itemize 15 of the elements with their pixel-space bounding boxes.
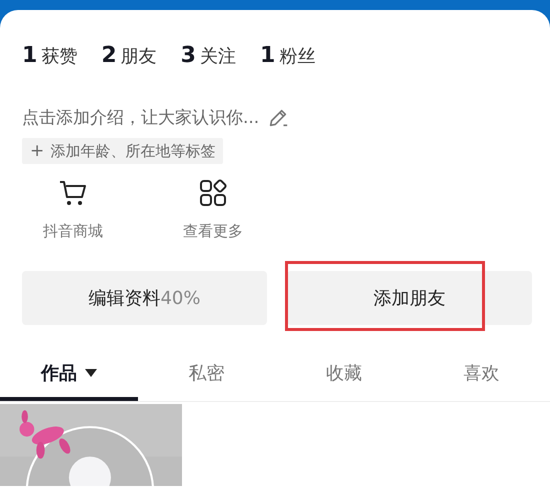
add-tags-button[interactable]: + 添加年龄、所在地等标签 xyxy=(22,138,224,164)
action-button[interactable]: 添加朋友 xyxy=(287,271,532,325)
tab[interactable]: 私密 xyxy=(138,349,275,401)
stat-item[interactable]: 1 粉丝 xyxy=(260,42,316,68)
tab[interactable]: 收藏 xyxy=(275,349,412,401)
stat-item[interactable]: 1 获赞 xyxy=(22,42,78,68)
grid-icon xyxy=(198,178,228,208)
shortcut-item[interactable]: 查看更多 xyxy=(158,178,268,241)
stat-item[interactable]: 2 朋友 xyxy=(101,42,157,68)
action-button[interactable]: 编辑资料40% xyxy=(22,271,267,325)
bio-placeholder[interactable]: 点击添加介绍，让大家认识你... xyxy=(22,106,260,129)
shortcut-item[interactable]: 抖音商城 xyxy=(18,178,128,241)
tab[interactable]: 喜欢 xyxy=(412,349,550,401)
stat-item[interactable]: 3 关注 xyxy=(180,42,236,68)
cart-icon xyxy=(58,178,88,208)
